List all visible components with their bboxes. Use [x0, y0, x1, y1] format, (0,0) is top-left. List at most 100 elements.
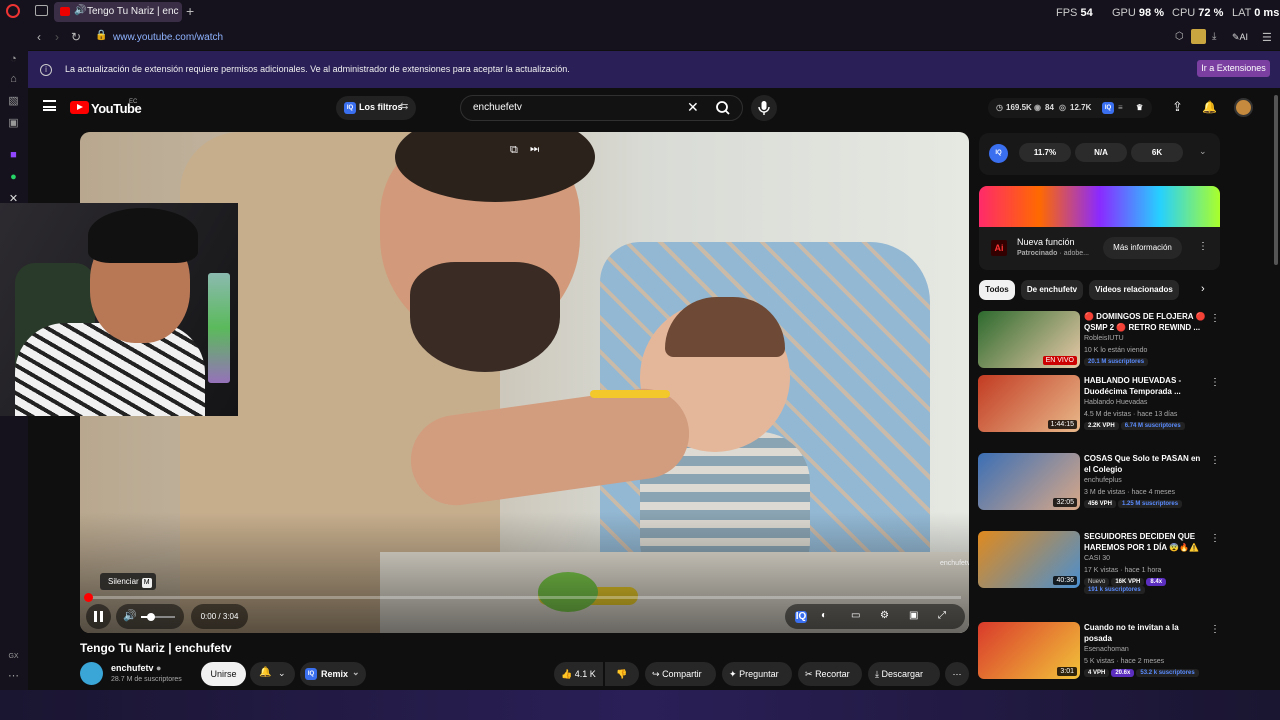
recommendation-title[interactable]: 🔴 DOMINGOS DE FLOJERA 🔴 QSMP 2 🔴 RETRO R…: [1084, 311, 1208, 333]
more-vertical-icon[interactable]: ⋮: [1210, 455, 1220, 466]
download-icon[interactable]: ⤓: [1212, 31, 1216, 42]
remix-button[interactable]: IQ Remix ⌄: [300, 662, 366, 686]
progress-bar[interactable]: [84, 593, 961, 602]
mods-icon[interactable]: ▣: [7, 117, 20, 130]
search-input[interactable]: enchuefetv ✕: [460, 95, 743, 121]
more-vertical-icon[interactable]: ⋮: [1198, 241, 1208, 252]
go-to-extensions-button[interactable]: Ir a Extensiones: [1197, 60, 1270, 77]
share-button[interactable]: ↪ Compartir: [645, 662, 716, 686]
recommendation-channel[interactable]: enchufeplus: [1084, 477, 1122, 484]
dislike-button[interactable]: 👎: [605, 662, 639, 686]
hamburger-menu-icon[interactable]: [43, 100, 56, 111]
more-vertical-icon[interactable]: ⋮: [1210, 313, 1220, 324]
volume-icon[interactable]: 🔊: [123, 609, 137, 622]
recommendation-item[interactable]: 40:36 SEGUIDORES DECIDEN QUE HAREMOS POR …: [978, 531, 1220, 594]
speaker-icon[interactable]: 🔊: [74, 5, 86, 16]
autoplay-toggle-icon[interactable]: ◐: [821, 610, 827, 621]
fullscreen-icon[interactable]: ⤢: [938, 610, 946, 621]
forward-icon[interactable]: ›: [55, 30, 59, 44]
notifications-bell-icon[interactable]: 🔔: [1202, 100, 1217, 114]
volume-control[interactable]: 🔊: [116, 604, 184, 629]
list-icon[interactable]: ≡: [1118, 103, 1123, 112]
download-button[interactable]: ⤓ Descargar: [868, 662, 940, 686]
settings-gear-icon[interactable]: ⚙: [880, 610, 889, 621]
ask-button[interactable]: ✦ Preguntar: [722, 662, 792, 686]
volume-slider[interactable]: [141, 613, 175, 621]
speed-dial-icon[interactable]: ◔: [7, 53, 20, 66]
clip-button[interactable]: ✂ Recortar: [798, 662, 862, 686]
url-field[interactable]: www.youtube.com/watch: [113, 32, 223, 43]
video-thumbnail[interactable]: 32:05: [978, 453, 1080, 510]
clear-search-icon[interactable]: ✕: [687, 99, 699, 116]
recommendation-item[interactable]: 1:44:15 HABLANDO HUEVADAS - Duodécima Tem…: [978, 375, 1220, 435]
recommendation-item[interactable]: 3:01 Cuando no te invitan a la posada Esen…: [978, 622, 1220, 682]
back-icon[interactable]: ‹: [37, 30, 41, 44]
subtitles-icon[interactable]: ▭: [851, 610, 860, 621]
extension-avatar-icon[interactable]: [1191, 29, 1206, 44]
iq-badge-icon[interactable]: IQ: [989, 144, 1008, 163]
recommendation-channel[interactable]: Hablando Huevadas: [1084, 399, 1147, 406]
account-avatar[interactable]: [1234, 98, 1253, 117]
more-info-button[interactable]: Más información: [1103, 237, 1182, 259]
extensions-icon[interactable]: ⬡: [1175, 31, 1184, 42]
wallpaper-icon[interactable]: ▧: [7, 95, 20, 108]
shopping-icon[interactable]: ⌂: [7, 73, 20, 86]
recommendation-channel[interactable]: CASI 30: [1084, 555, 1110, 562]
chevron-right-icon[interactable]: ›: [1201, 283, 1205, 295]
tab-islands-icon[interactable]: [35, 5, 48, 16]
sidebar-more-icon[interactable]: ⋯: [7, 670, 20, 683]
more-vertical-icon[interactable]: ⋮: [1210, 624, 1220, 635]
upload-icon[interactable]: ⇪: [1172, 99, 1183, 115]
theater-mode-icon[interactable]: ▣: [909, 610, 918, 621]
recommendation-channel[interactable]: Esenachoman: [1084, 646, 1129, 653]
whatsapp-icon[interactable]: ●: [7, 171, 20, 184]
like-button[interactable]: 👍 4.1 K: [554, 662, 603, 686]
ad-banner-image[interactable]: [979, 186, 1220, 227]
voice-search-button[interactable]: [751, 95, 777, 121]
recommendation-channel[interactable]: RobleisIUTU: [1084, 335, 1124, 342]
reload-icon[interactable]: ↻: [71, 30, 81, 44]
iq-icon[interactable]: IQ: [1102, 102, 1114, 114]
chevron-down-icon[interactable]: ⌄: [1199, 146, 1207, 157]
video-thumbnail[interactable]: EN VIVO: [978, 311, 1080, 368]
ai-button[interactable]: ✎AI: [1232, 32, 1248, 43]
scrollbar[interactable]: [1274, 95, 1278, 265]
recommendation-item[interactable]: 32:05 COSAS Que Solo te PASAN en el Coleg…: [978, 453, 1220, 513]
pip-icon[interactable]: ⧉: [510, 144, 518, 156]
recommendation-title[interactable]: COSAS Que Solo te PASAN en el Colegio: [1084, 453, 1208, 475]
channel-avatar[interactable]: [80, 662, 103, 685]
recommendation-item[interactable]: EN VIVO 🔴 DOMINGOS DE FLOJERA 🔴 QSMP 2 🔴 …: [978, 311, 1220, 371]
search-button[interactable]: [708, 95, 738, 121]
chip-related[interactable]: Videos relacionados: [1089, 280, 1179, 300]
next-icon[interactable]: ⏭: [530, 144, 539, 156]
more-vertical-icon[interactable]: ⋮: [1210, 377, 1220, 388]
recommendation-title[interactable]: SEGUIDORES DECIDEN QUE HAREMOS POR 1 DÍA…: [1084, 531, 1208, 553]
progress-scrubber[interactable]: [84, 593, 93, 602]
ad-card[interactable]: Ai Nueva función Patrocinado · adobe... …: [979, 186, 1220, 270]
chip-todos[interactable]: Todos: [979, 280, 1015, 300]
video-thumbnail[interactable]: 3:01: [978, 622, 1080, 679]
chip-channel[interactable]: De enchufetv: [1021, 280, 1083, 300]
more-vertical-icon[interactable]: ⋮: [1210, 533, 1220, 544]
browser-logo-icon[interactable]: [6, 4, 20, 18]
iq-player-icon[interactable]: IQ: [795, 611, 807, 623]
video-thumbnail[interactable]: 40:36: [978, 531, 1080, 588]
filters-button[interactable]: IQ Los filtros ⇆: [336, 96, 416, 120]
lock-icon[interactable]: 🔒: [95, 30, 107, 41]
twitch-icon[interactable]: ■: [7, 149, 20, 162]
more-actions-button[interactable]: ⋯: [945, 662, 969, 686]
active-tab[interactable]: 🔊 Tengo Tu Nariz | enchu: [54, 2, 182, 22]
recommendation-title[interactable]: HABLANDO HUEVADAS - Duodécima Temporada …: [1084, 375, 1208, 397]
video-thumbnail[interactable]: 1:44:15: [978, 375, 1080, 432]
pause-button[interactable]: [86, 604, 111, 629]
new-tab-plus-icon[interactable]: +: [186, 3, 194, 19]
menu-icon[interactable]: ☰: [1262, 31, 1272, 44]
join-button[interactable]: Unirse: [201, 662, 246, 686]
channel-name[interactable]: enchufetv ●: [111, 663, 161, 673]
trophy-icon[interactable]: ♛: [1136, 103, 1143, 112]
subscription-bell-button[interactable]: 🔔 ⌄: [250, 662, 295, 686]
youtube-logo-icon[interactable]: [70, 101, 89, 114]
gx-label[interactable]: GX: [7, 650, 20, 663]
volume-knob[interactable]: [147, 613, 156, 621]
recommendation-title[interactable]: Cuando no te invitan a la posada: [1084, 622, 1208, 644]
